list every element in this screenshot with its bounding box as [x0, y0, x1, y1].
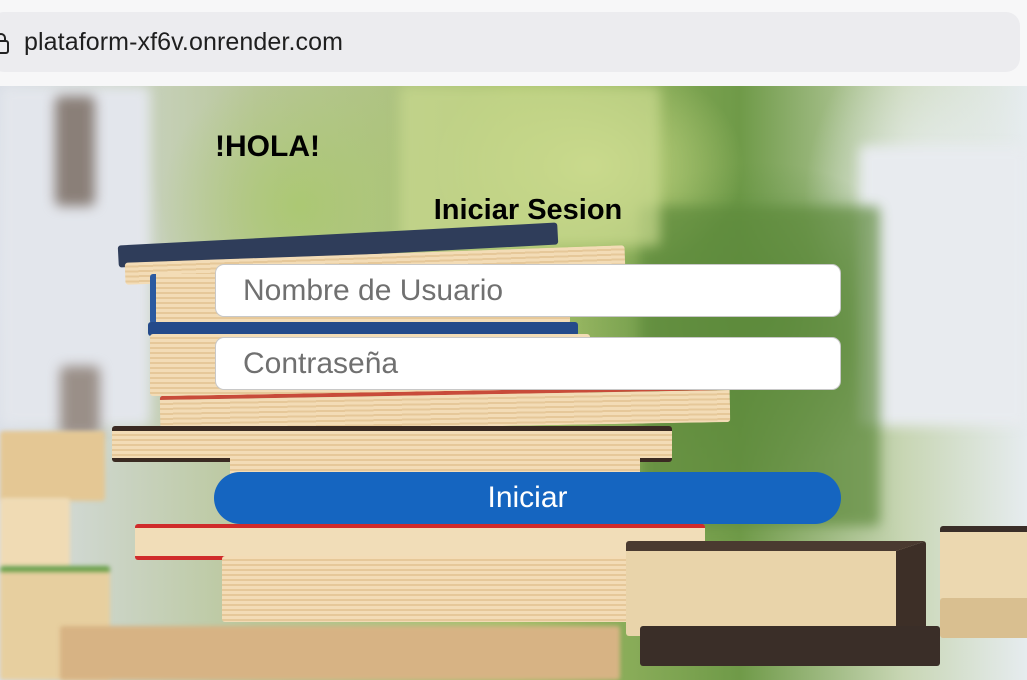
username-input[interactable] [215, 264, 841, 317]
address-bar[interactable]: plataform-xf6v.onrender.com [0, 12, 1020, 72]
url-text[interactable]: plataform-xf6v.onrender.com [24, 28, 343, 57]
browser-toolbar: plataform-xf6v.onrender.com [0, 0, 1027, 86]
greeting-heading: !HOLA! [215, 130, 320, 163]
login-form: !HOLA! Iniciar Sesion Iniciar [0, 86, 1027, 680]
login-button[interactable]: Iniciar [214, 472, 841, 524]
login-title: Iniciar Sesion [433, 194, 623, 226]
page-background: !HOLA! Iniciar Sesion Iniciar [0, 86, 1027, 680]
lock-icon[interactable] [0, 32, 12, 54]
password-input[interactable] [215, 337, 841, 390]
